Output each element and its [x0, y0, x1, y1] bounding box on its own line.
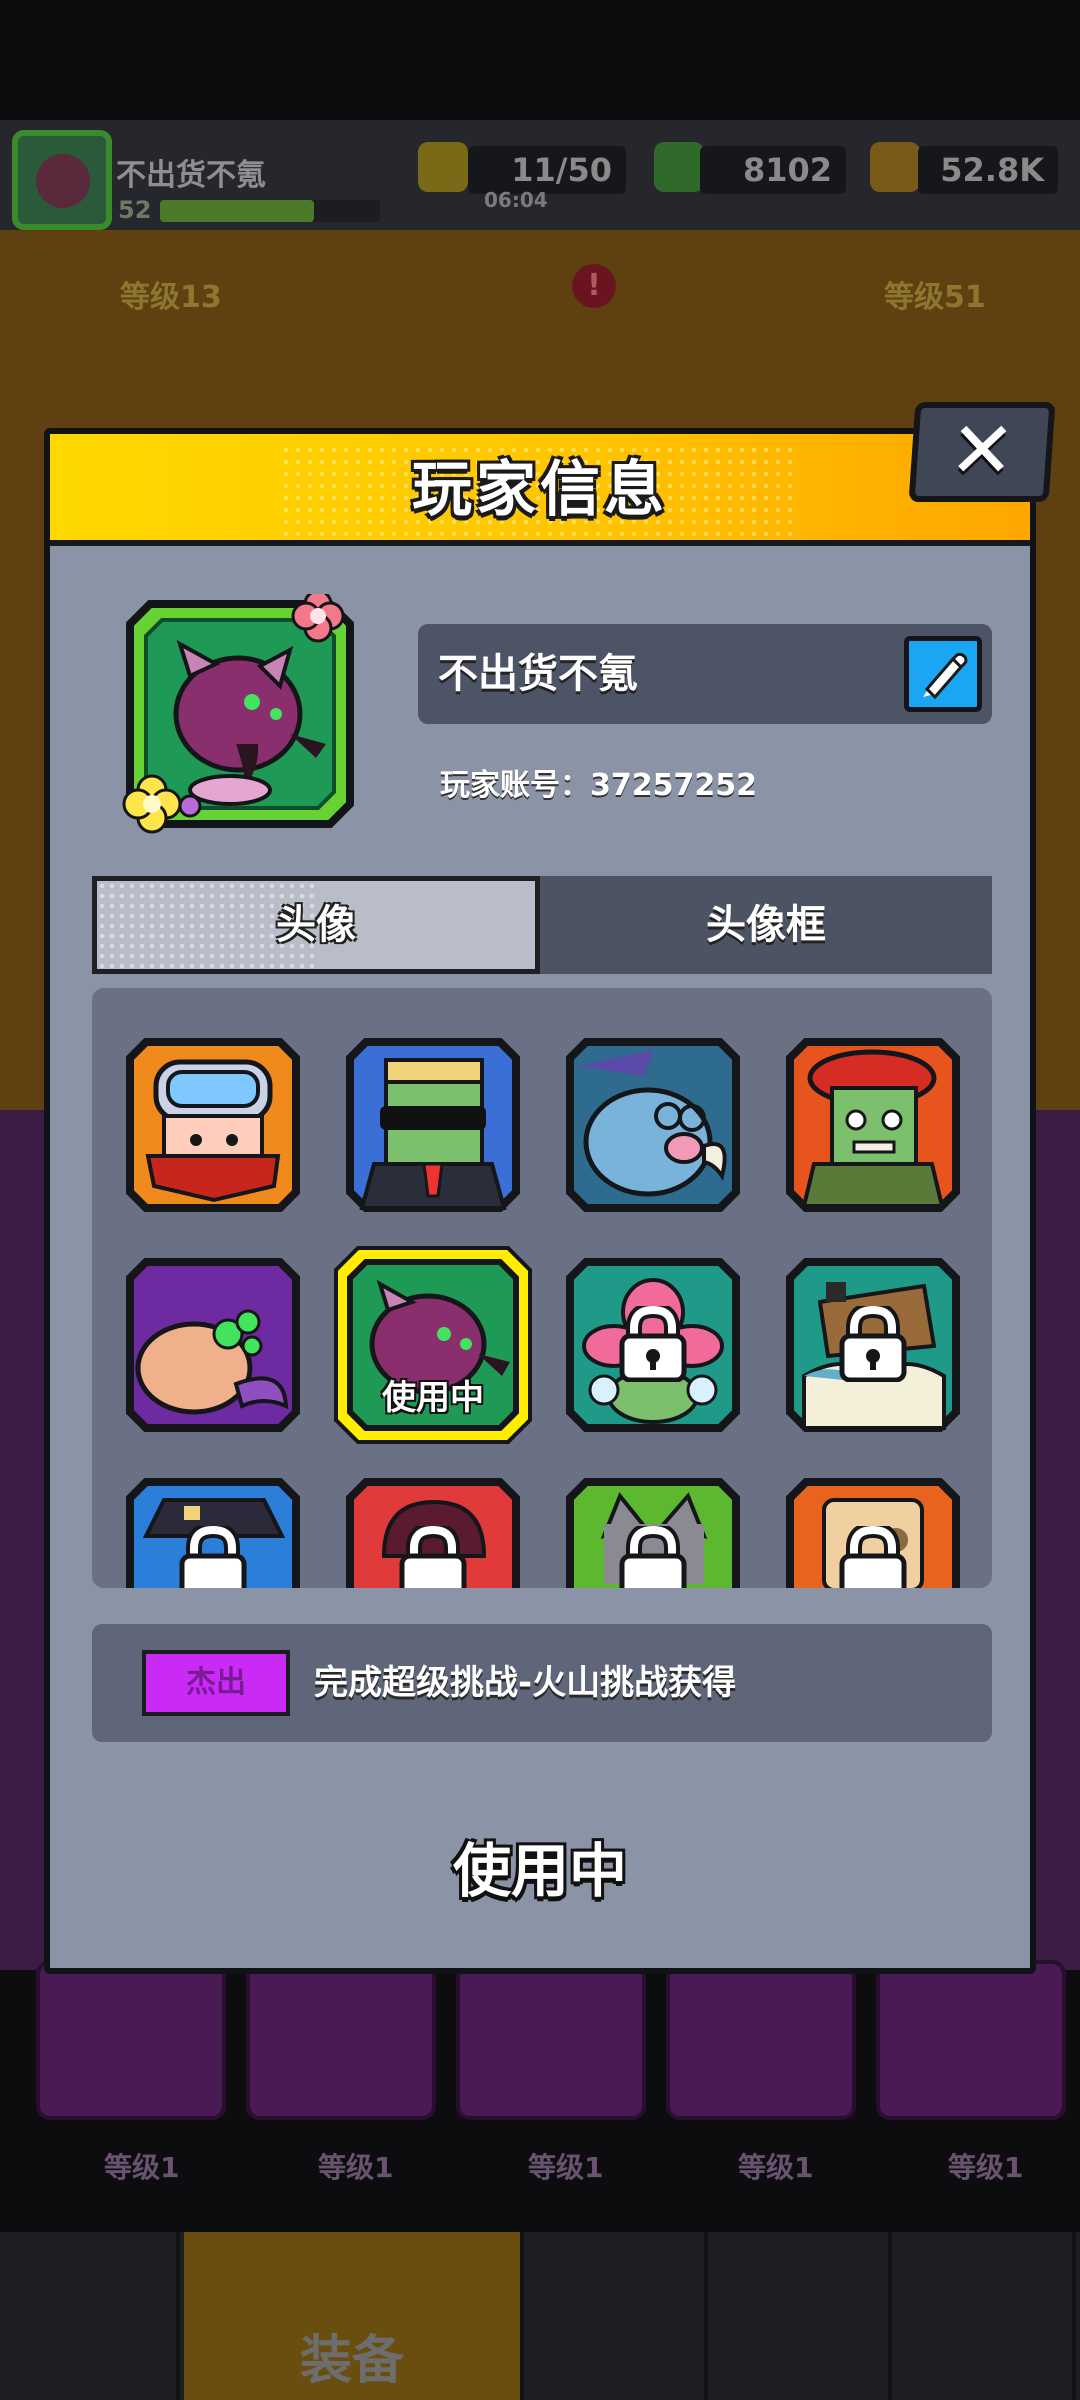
gem-icon[interactable] — [654, 142, 704, 192]
top-player-name: 不出货不氪 — [116, 158, 266, 193]
avatar-option-beret-zombie[interactable] — [784, 1036, 962, 1214]
avatar-option-sunglasses-zombie[interactable] — [344, 1036, 522, 1214]
tab-avatar[interactable]: 头像 — [92, 876, 540, 974]
gear-alert-badge: ! — [572, 264, 616, 308]
unlock-description: 完成超级挑战-火山挑战获得 — [314, 1663, 737, 1703]
avatar-option-flower-frog-locked[interactable] — [564, 1256, 742, 1434]
bottom-nav — [0, 2232, 1080, 2400]
player-name-box: 不出货不氪 — [418, 624, 992, 724]
close-icon: ✕ — [946, 406, 1018, 496]
gem-counter: 8102 — [700, 146, 846, 194]
lock-icon — [179, 1526, 247, 1588]
slot-level: 等级1 — [738, 2151, 814, 2184]
close-button[interactable]: ✕ — [908, 402, 1056, 502]
xp-bar — [160, 200, 380, 222]
status-in-use: 使用中 — [452, 1837, 627, 1905]
current-avatar — [120, 589, 360, 834]
lock-icon — [839, 1526, 907, 1588]
left-gear-level: 等级13 — [120, 280, 222, 315]
avatar-grid: 使用中 — [92, 988, 992, 1588]
energy-timer: 06:04 — [484, 188, 548, 212]
nav-equipment-label: 装备 — [300, 2331, 405, 2391]
rarity-badge: 杰出 — [142, 1650, 290, 1716]
nav-shop-tab[interactable] — [0, 2232, 180, 2400]
player-info-dialog: 玩家信息 不出货不氪 玩家账号：37257252 头像 头像框 使用中 杰出 完… — [44, 428, 1036, 1974]
energy-counter: 11/50 — [468, 146, 626, 194]
tab-avatar-frame[interactable]: 头像框 — [540, 876, 992, 974]
slot-level: 等级1 — [318, 2151, 394, 2184]
nav-world-tab[interactable] — [712, 2232, 892, 2400]
avatar-option-goggles-bandit[interactable] — [124, 1036, 302, 1214]
account-label: 玩家账号： — [440, 768, 590, 803]
avatar-option-gray-cat-locked[interactable] — [564, 1476, 742, 1588]
inventory-slot[interactable] — [666, 1960, 856, 2120]
avatar-option-spider-blob-selected[interactable]: 使用中 — [332, 1244, 534, 1446]
in-use-badge: 使用中 — [382, 1378, 484, 1418]
slot-level: 等级1 — [528, 2151, 604, 2184]
inventory-slot[interactable] — [246, 1960, 436, 2120]
avatar-description-box: 杰出 完成超级挑战-火山挑战获得 — [92, 1624, 992, 1742]
player-name: 不出货不氪 — [438, 651, 638, 697]
avatar-option-pirate-captain-locked[interactable] — [124, 1476, 302, 1588]
lock-icon — [839, 1306, 907, 1382]
inventory-slot[interactable] — [876, 1960, 1066, 2120]
right-gear-level: 等级51 — [884, 280, 986, 315]
nav-lab-tab[interactable] — [896, 2232, 1076, 2400]
avatar-option-rhino-beast[interactable] — [564, 1036, 742, 1214]
avatar-option-pirate-ship-locked[interactable] — [784, 1256, 962, 1434]
lock-icon — [399, 1526, 467, 1588]
energy-icon[interactable] — [418, 142, 468, 192]
dialog-title: 玩家信息 — [412, 455, 668, 525]
lock-icon — [619, 1306, 687, 1382]
coin-counter: 52.8K — [918, 146, 1058, 194]
nav-heroes-tab[interactable] — [528, 2232, 708, 2400]
lock-icon — [619, 1526, 687, 1588]
top-player-level: 52 — [118, 196, 152, 224]
account-id-line: 玩家账号：37257252 — [440, 760, 757, 804]
avatar-option-red-hooded-locked[interactable] — [344, 1476, 522, 1588]
top-avatar[interactable] — [12, 130, 112, 230]
inventory-slot[interactable] — [456, 1960, 646, 2120]
slot-level: 等级1 — [948, 2151, 1024, 2184]
edit-name-button[interactable] — [904, 636, 982, 712]
pencil-icon — [923, 652, 968, 700]
coin-icon[interactable] — [870, 142, 920, 192]
avatar-option-bandaged-face-locked[interactable] — [784, 1476, 962, 1588]
tab-avatar-label: 头像 — [276, 902, 356, 948]
inventory-slot[interactable] — [36, 1960, 226, 2120]
account-id: 37257252 — [590, 768, 757, 803]
avatar-option-purple-creature[interactable] — [124, 1256, 302, 1434]
dialog-header: 玩家信息 — [50, 434, 1030, 546]
slot-level: 等级1 — [104, 2151, 180, 2184]
